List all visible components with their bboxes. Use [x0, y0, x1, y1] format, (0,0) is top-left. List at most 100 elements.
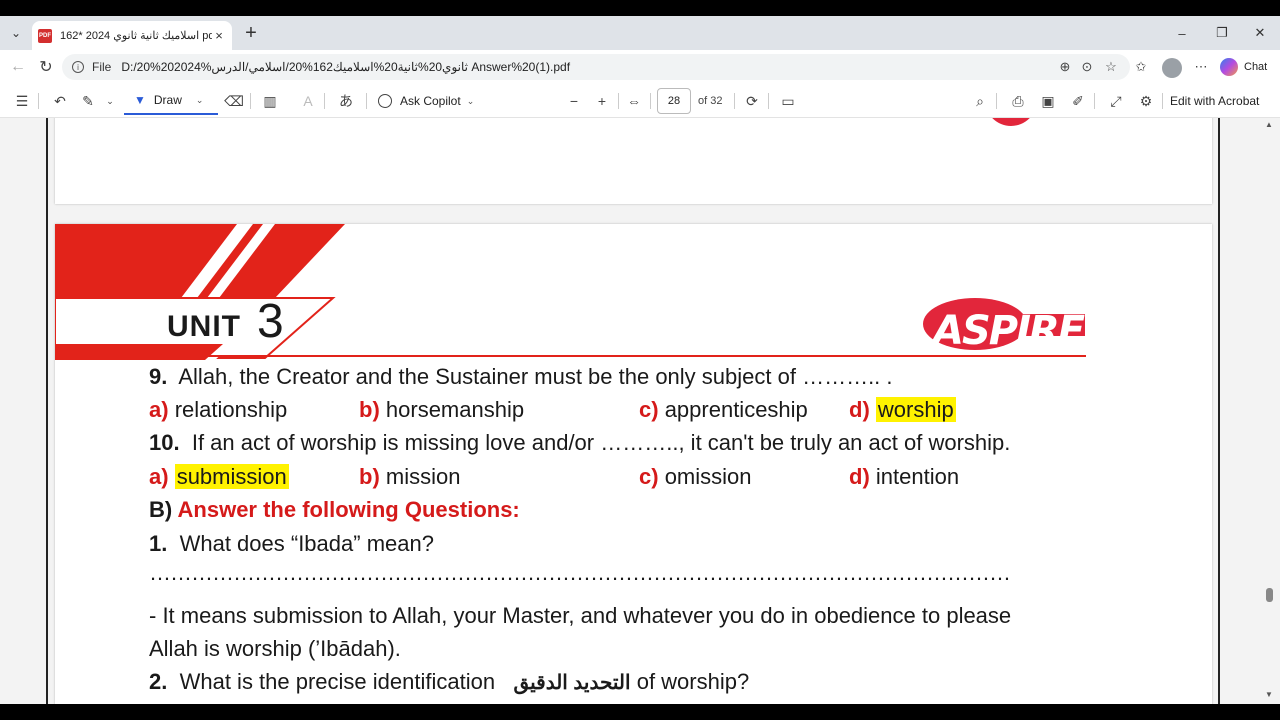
contents-icon[interactable]: ☰ — [10, 89, 34, 113]
tab-active[interactable]: PDF 162* اسلاميك ثانية ثانوي 2024 pdf.( … — [32, 21, 232, 50]
option-c: c) omission — [639, 464, 752, 490]
search-icon[interactable]: ⌕ — [968, 89, 992, 113]
section-title: Answer the following Questions: — [177, 497, 520, 522]
answer-1-line-1: - It means submission to Allah, your Mas… — [149, 603, 1012, 628]
page-view-icon[interactable]: ▭ — [776, 89, 800, 113]
save-as-icon[interactable]: ✐ — [1066, 89, 1090, 113]
option-c: c) apprenticeship — [639, 397, 808, 423]
text-box-icon[interactable]: ▥ — [258, 89, 282, 113]
copilot-icon — [378, 94, 392, 108]
copilot-icon — [1220, 58, 1238, 76]
chat-label: Chat — [1244, 61, 1268, 73]
divider — [324, 93, 325, 109]
zoom-out-icon[interactable]: − — [562, 89, 586, 113]
vertical-scrollbar[interactable]: ▲ ▼ — [1262, 118, 1276, 704]
option-letter: c) — [639, 397, 659, 422]
divider — [996, 93, 997, 109]
undo-icon[interactable]: ↶ — [48, 89, 72, 113]
viewer-left-border — [46, 118, 48, 704]
read-aloud-icon[interactable]: A — [296, 89, 320, 113]
url-text[interactable]: D:/20%202024%ثانوي20%ثانية20%اسلاميك162%… — [121, 60, 1120, 74]
option-text: mission — [385, 464, 461, 489]
scroll-up-icon[interactable]: ▲ — [1265, 120, 1273, 129]
ask-copilot-button[interactable]: Ask Copilot ⌄ — [378, 89, 478, 113]
pdf-icon: PDF — [38, 28, 52, 43]
answer-1-line-2: Allah is worship (’Ibādah). — [149, 636, 401, 661]
restore-button[interactable]: ❐ — [1202, 16, 1242, 50]
divider — [768, 93, 769, 109]
tab-strip: ⌄ PDF 162* اسلاميك ثانية ثانوي 2024 pdf.… — [0, 16, 1280, 50]
section-b-heading: B) Answer the following Questions: — [149, 497, 520, 523]
favorites-icon[interactable]: ✩ — [1130, 54, 1152, 80]
highlight-icon[interactable]: ✎ — [76, 89, 100, 113]
option-letter: d) — [849, 464, 870, 489]
question-10: 10. If an act of worship is missing love… — [149, 430, 1010, 456]
fullscreen-icon[interactable]: ⤢ — [1104, 89, 1128, 113]
back-button[interactable]: ← — [6, 55, 30, 79]
more-options-icon[interactable]: ⋯ — [1190, 54, 1212, 80]
question-text: Allah, the Creator and the Sustainer mus… — [178, 364, 893, 389]
rotate-icon[interactable]: ⟳ — [740, 89, 764, 113]
draw-icon: ▼ — [134, 93, 146, 107]
refresh-icon: ↻ — [39, 59, 53, 76]
question-number: 2. — [149, 669, 168, 694]
page-total: of 32 — [698, 95, 723, 107]
page-number-input[interactable]: 28 — [657, 88, 691, 114]
aspire-logo: ASPIRE — [933, 308, 1085, 354]
save-icon[interactable]: ▣ — [1036, 89, 1060, 113]
translate-icon[interactable]: あ — [334, 89, 358, 113]
address-bar[interactable]: i File D:/20%202024%ثانوي20%ثانية20%اسلا… — [62, 54, 1130, 80]
question-number: 1. — [149, 531, 168, 556]
divider — [250, 93, 251, 109]
chevron-down-icon[interactable]: ⌄ — [98, 89, 122, 113]
minimize-button[interactable]: – — [1162, 16, 1202, 50]
option-text: relationship — [174, 397, 288, 422]
profile-avatar[interactable] — [1162, 58, 1182, 78]
divider — [366, 93, 367, 109]
option-a: a) relationship — [149, 397, 287, 423]
favorite-star-icon[interactable]: ☆ — [1100, 54, 1122, 80]
option-letter: b) — [359, 397, 380, 422]
edit-with-acrobat-button[interactable]: Edit with Acrobat — [1170, 89, 1259, 113]
arrow-left-icon: ← — [10, 58, 26, 75]
scroll-down-icon[interactable]: ▼ — [1265, 690, 1273, 699]
zoom-in-icon[interactable]: + — [590, 89, 614, 113]
question-text: What does “Ibada” mean? — [179, 531, 434, 556]
zoom-icon[interactable]: ⊙ — [1076, 54, 1098, 80]
chevron-down-icon: ⌄ — [195, 94, 204, 105]
close-window-button[interactable]: ✕ — [1240, 16, 1280, 50]
tab-close-button[interactable]: × — [212, 28, 226, 43]
unit-label: UNIT — [167, 310, 241, 343]
option-letter: d) — [849, 397, 870, 422]
info-icon: i — [72, 61, 84, 73]
option-d: d) intention — [849, 464, 959, 490]
option-b: b) horsemanship — [359, 397, 524, 423]
pdf-page-current: UNIT 3 ASPIRE 9. Allah, the Creator and … — [55, 224, 1212, 704]
copilot-chat-button[interactable]: Chat — [1220, 55, 1274, 79]
settings-gear-icon[interactable]: ⚙ — [1134, 89, 1158, 113]
scroll-thumb[interactable] — [1266, 588, 1273, 602]
divider — [1094, 93, 1095, 109]
option-text: omission — [664, 464, 752, 489]
read-aloud-icon[interactable]: ⊕ — [1054, 54, 1076, 80]
unit-number: 3 — [257, 295, 284, 348]
chevron-down-icon: ⌄ — [10, 26, 22, 40]
draw-label: Draw — [153, 93, 182, 107]
question-1: 1. What does “Ibada” mean? — [149, 531, 434, 557]
option-text: horsemanship — [385, 397, 525, 422]
option-letter: a) — [149, 464, 169, 489]
question-text: What is the precise identification — [179, 669, 496, 694]
new-tab-button[interactable]: + — [240, 22, 262, 44]
pdf-viewer: UNIT 3 ASPIRE 9. Allah, the Creator and … — [0, 118, 1280, 704]
file-label: File — [92, 60, 112, 74]
tab-actions-menu-button[interactable]: ⌄ — [4, 22, 28, 44]
print-icon[interactable]: ⎙ — [1006, 89, 1030, 113]
question-number: 9. — [149, 364, 168, 389]
section-letter: B) — [149, 497, 173, 522]
eraser-icon[interactable]: ⌫ — [222, 89, 246, 113]
pdf-toolbar: ☰ ↶ ✎ ⌄ ▼ Draw ⌄ ⌫ ▥ A あ Ask Copilot ⌄ −… — [0, 84, 1280, 118]
fit-width-icon[interactable]: ⇔ — [622, 89, 646, 113]
refresh-button[interactable]: ↻ — [34, 55, 58, 79]
answer-dots: …………………………………………………………………………………………………………… — [149, 560, 1011, 585]
draw-button[interactable]: ▼ Draw ⌄ — [124, 87, 218, 115]
